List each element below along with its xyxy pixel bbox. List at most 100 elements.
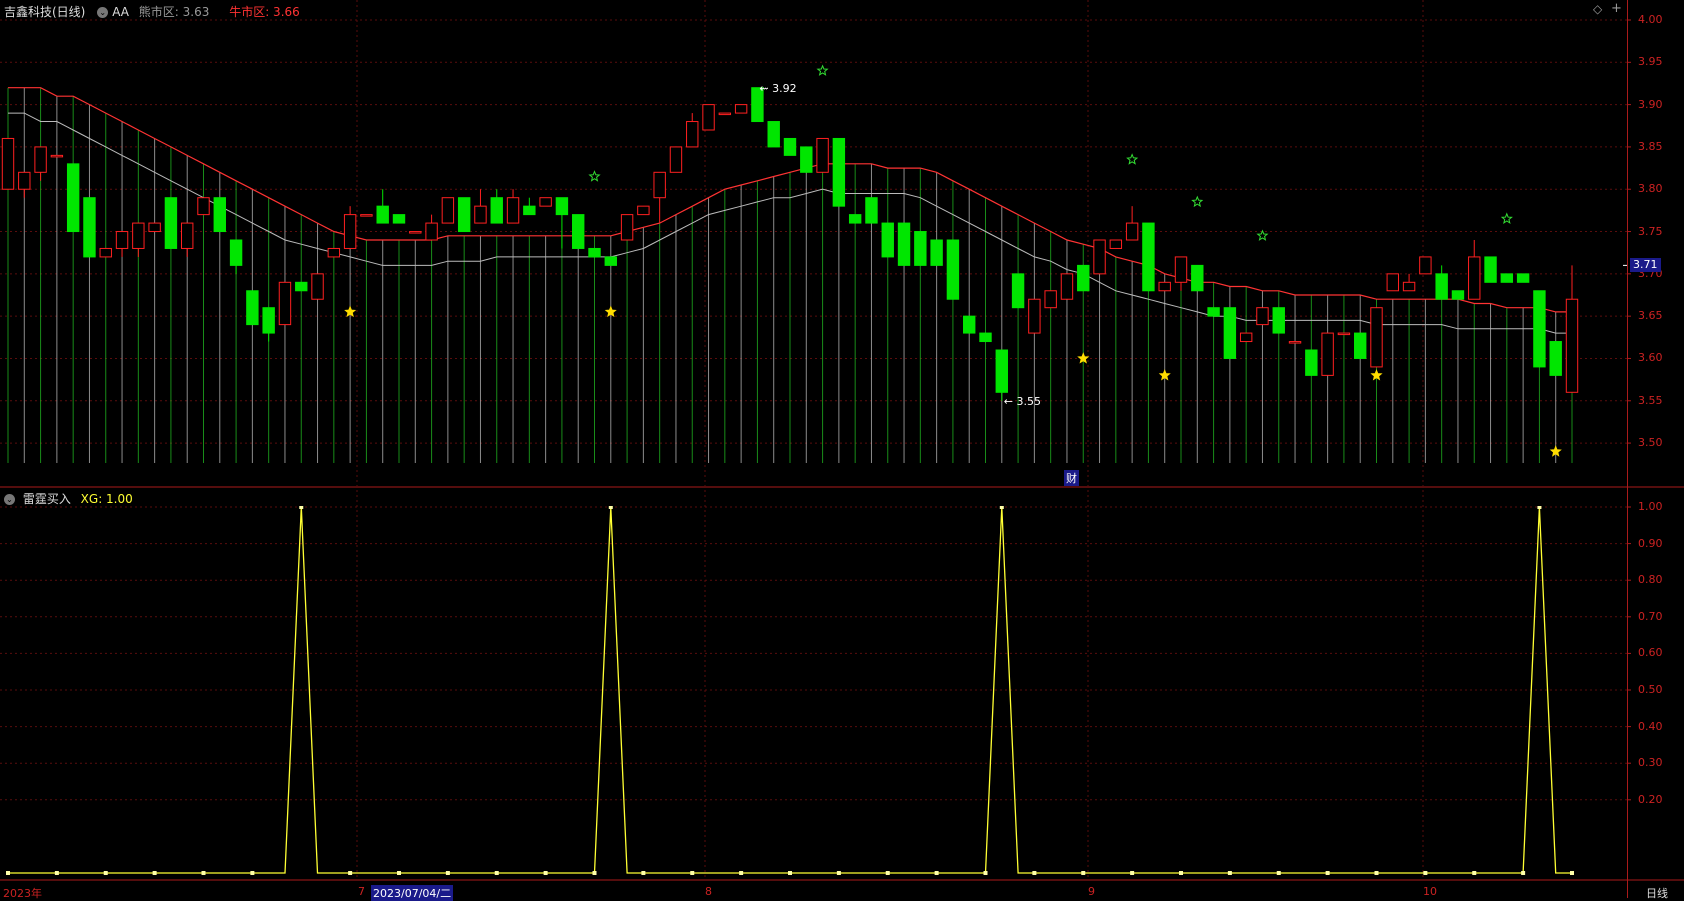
- x-label-year: 2023年: [3, 887, 42, 900]
- candle-body: [1549, 341, 1562, 376]
- candle-body: [83, 197, 96, 258]
- xg-point-marker: [543, 871, 548, 875]
- bear-zone-label: 熊市区: 3.63: [138, 5, 210, 19]
- candle-body: [1435, 273, 1448, 300]
- candle-body: [1337, 332, 1351, 336]
- candle-body: [881, 222, 894, 258]
- candle-body: [946, 239, 960, 300]
- high-price-annotation: ⇜ 3.92: [759, 81, 797, 95]
- bull-zone-label: 牛市区: 3.66: [229, 5, 300, 19]
- candle-body: [588, 247, 601, 258]
- xg-point-marker: [1179, 871, 1183, 875]
- candle-body: [1565, 298, 1579, 393]
- price-tick-label: 3.95: [1638, 55, 1663, 69]
- aa-label[interactable]: AA: [112, 5, 129, 19]
- candle-body: [1, 137, 15, 190]
- price-tick-label: 3.50: [1638, 436, 1663, 450]
- candle-body: [702, 104, 715, 131]
- candle-body: [734, 104, 748, 114]
- candle-body: [18, 171, 31, 190]
- xg-point-marker: [152, 871, 157, 875]
- candle-body: [539, 197, 552, 207]
- price-tick-label: 3.75: [1638, 224, 1663, 238]
- finance-marker[interactable]: 财: [1064, 470, 1079, 486]
- signal-star-marker: [1500, 212, 1513, 225]
- candle-body: [1354, 332, 1367, 359]
- candle-body: [376, 205, 389, 224]
- candle-body: [800, 146, 813, 173]
- x-label-september: 9: [1088, 885, 1095, 898]
- candle-body: [620, 214, 634, 241]
- candle-body: [1223, 307, 1237, 359]
- settings-circle-icon[interactable]: ⌄: [97, 7, 109, 18]
- indicator-tick-label: 0.70: [1638, 609, 1663, 623]
- candle-body: [1272, 307, 1285, 334]
- candle-body: [1174, 256, 1188, 283]
- high-price-value: 3.92: [772, 81, 797, 95]
- candle-body: [523, 205, 536, 216]
- xg-point-marker: [1472, 871, 1477, 875]
- price-tick-label: 3.80: [1638, 182, 1663, 196]
- xg-point-marker: [1130, 871, 1135, 875]
- candle-body: [979, 332, 992, 343]
- candle-body: [278, 281, 292, 326]
- price-tick-label: 3.60: [1638, 351, 1663, 365]
- candle-body: [637, 205, 650, 216]
- x-label-october: 10: [1423, 885, 1437, 898]
- indicator-tick-label: 1.00: [1638, 500, 1663, 513]
- candle-body: [409, 231, 422, 234]
- candle-body: [1125, 222, 1139, 241]
- xg-point-marker: [1081, 871, 1086, 875]
- candle-body: [1093, 239, 1106, 275]
- candle-body: [197, 197, 210, 216]
- candle-body: [669, 146, 683, 173]
- candle-body: [1500, 273, 1514, 283]
- signal-star-marker: [1256, 229, 1269, 241]
- candle-body: [1239, 332, 1253, 343]
- candle-body: [963, 315, 976, 334]
- upper-header: 吉鑫科技(日线) ⌄ AA 熊市区: 3.63 牛市区: 3.66: [4, 3, 300, 20]
- candle-body: [115, 231, 129, 249]
- diamond-icon[interactable]: ◇: [1593, 2, 1602, 16]
- candle-body: [1533, 290, 1546, 368]
- low-price-annotation: ← 3.55: [1003, 394, 1042, 408]
- price-tick-label: 3.85: [1638, 139, 1663, 153]
- candle-body: [506, 197, 520, 224]
- candle-body: [99, 247, 112, 258]
- indicator-toggle-icon[interactable]: ⌄: [4, 494, 15, 505]
- candle-body: [343, 214, 357, 249]
- period-label[interactable]: 日线: [1646, 885, 1668, 901]
- buy-star-marker: [344, 305, 357, 318]
- candle-body: [246, 290, 259, 326]
- xg-point-marker: [54, 871, 59, 875]
- lower-header: ⌄ 雷霆买入 XG: 1.00: [4, 490, 133, 507]
- indicator-tick-label: 0.30: [1638, 756, 1663, 770]
- xg-point-marker: [1325, 871, 1330, 875]
- signal-star-marker: [816, 64, 829, 76]
- xg-point-marker: [1032, 871, 1037, 875]
- xg-point-marker: [348, 871, 353, 875]
- xg-point-marker: [788, 871, 792, 875]
- low-price-value: 3.55: [1016, 394, 1042, 408]
- indicator-tick-label: 0.20: [1638, 792, 1663, 806]
- candle-body: [1386, 273, 1399, 292]
- xg-point-marker: [1276, 871, 1281, 875]
- indicator-value: XG: 1.00: [80, 492, 133, 506]
- price-tick-label: 3.55: [1638, 393, 1663, 407]
- plus-icon[interactable]: +: [1611, 1, 1622, 16]
- candle-body: [604, 256, 617, 266]
- candle-body: [1402, 281, 1416, 292]
- candle-body: [767, 121, 780, 148]
- price-tick-label: 3.65: [1638, 309, 1663, 323]
- candle-body: [572, 214, 585, 249]
- xg-point-marker: [1374, 871, 1379, 875]
- candle-body: [229, 239, 243, 266]
- candle-body: [1011, 273, 1025, 309]
- chart-svg[interactable]: [0, 0, 1684, 898]
- candle-body: [930, 239, 943, 266]
- xg-point-marker: [836, 871, 841, 875]
- indicator-tick-label: 0.50: [1638, 683, 1663, 696]
- xg-point-marker: [983, 871, 988, 875]
- candle-body: [1516, 273, 1530, 283]
- candle-body: [164, 197, 178, 249]
